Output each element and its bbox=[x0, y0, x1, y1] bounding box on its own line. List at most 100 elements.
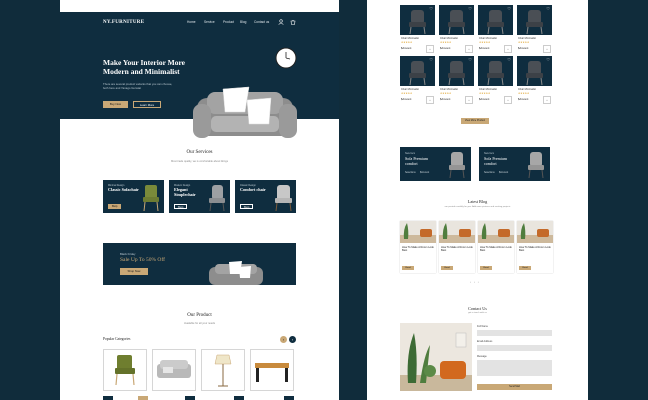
category-tab[interactable] bbox=[185, 396, 195, 400]
read-more-button[interactable]: Read bbox=[480, 266, 492, 270]
category-card-lamp[interactable] bbox=[201, 349, 245, 391]
contact-subtitle: get in touch with us bbox=[468, 312, 487, 314]
product-name: Chair Minimalist bbox=[518, 88, 536, 91]
product-card[interactable]: ♡ Chair Minimalist ★★★★★ $Amount + bbox=[478, 56, 513, 104]
hero-title: Make Your Interior More Modern and Minim… bbox=[103, 58, 185, 76]
add-to-cart-icon[interactable]: + bbox=[543, 45, 551, 53]
nav-blog[interactable]: Blog bbox=[240, 20, 246, 24]
blog-card[interactable]: How To Make A Room Look Best Read bbox=[400, 221, 436, 273]
service-shop-button[interactable]: Shop bbox=[174, 204, 187, 209]
service-title: Classic Sofachair bbox=[108, 187, 139, 192]
message-textarea[interactable] bbox=[477, 360, 552, 376]
blog-post-title: How To Make A Room Look Best bbox=[441, 246, 473, 253]
service-shop-button[interactable]: Shop bbox=[240, 204, 253, 209]
add-to-cart-icon[interactable]: + bbox=[504, 96, 512, 104]
send-mail-button[interactable]: Send Mail bbox=[477, 384, 552, 390]
heart-icon[interactable]: ♡ bbox=[507, 57, 511, 62]
promo-link[interactable]: Selections bbox=[484, 172, 495, 174]
chair-image bbox=[143, 185, 159, 212]
product-card[interactable]: ♡ Chair Minimalist ★★★★★ $Amount + bbox=[517, 5, 552, 53]
heart-icon[interactable]: ♡ bbox=[507, 6, 511, 11]
view-more-button[interactable]: View More Product bbox=[461, 118, 489, 124]
user-icon[interactable] bbox=[278, 19, 284, 25]
product-card[interactable]: ♡ Chair Minimalist ★★★★★ $Amount + bbox=[400, 5, 435, 53]
nav-home[interactable]: Home bbox=[187, 20, 196, 24]
learn-more-button[interactable]: Learn More bbox=[133, 101, 161, 108]
service-card-2[interactable]: Modern Design Elegant Simplechair Shop bbox=[169, 180, 230, 213]
product-name: Chair Minimalist bbox=[401, 88, 419, 91]
category-tab[interactable] bbox=[284, 396, 294, 400]
category-tab[interactable] bbox=[103, 396, 113, 400]
buy-now-button[interactable]: Buy Now bbox=[103, 101, 128, 108]
read-more-button[interactable]: Read bbox=[519, 266, 531, 270]
product-price: $Amount bbox=[401, 47, 412, 50]
blog-card[interactable]: How To Make A Room Look Best Read bbox=[478, 221, 514, 273]
blog-image bbox=[439, 221, 475, 243]
product-card[interactable]: ♡ Chair Minimalist ★★★★★ $Amount + bbox=[478, 5, 513, 53]
add-to-cart-icon[interactable]: + bbox=[465, 45, 473, 53]
landing-page-right: ♡ Chair Minimalist ★★★★★ $Amount + ♡ Chair Min… bbox=[367, 0, 588, 400]
carousel-next-button[interactable]: › bbox=[289, 336, 296, 343]
table-image bbox=[255, 363, 289, 382]
product-card[interactable]: ♡ Chair Minimalist ★★★★★ $Amount + bbox=[439, 5, 474, 53]
blog-title: Latest Blog bbox=[467, 199, 488, 204]
heart-icon[interactable]: ♡ bbox=[429, 6, 433, 11]
shop-now-button[interactable]: Shop Now bbox=[120, 268, 148, 275]
blog-pagination-dots[interactable]: • • • bbox=[470, 280, 480, 284]
add-to-cart-icon[interactable]: + bbox=[426, 96, 434, 104]
service-title: Elegant Simplechair bbox=[174, 187, 196, 197]
read-more-button[interactable]: Read bbox=[441, 266, 453, 270]
product-name: Chair Minimalist bbox=[401, 37, 419, 40]
chair-image bbox=[528, 152, 544, 179]
heart-icon[interactable]: ♡ bbox=[546, 6, 550, 11]
product-card[interactable]: ♡ Chair Minimalist ★★★★★ $Amount + bbox=[400, 56, 435, 104]
read-more-button[interactable]: Read bbox=[402, 266, 414, 270]
cart-icon[interactable] bbox=[290, 19, 296, 25]
product-rating: ★★★★★ bbox=[479, 41, 491, 44]
sofa-image bbox=[209, 261, 263, 285]
category-card-chair[interactable] bbox=[103, 349, 147, 391]
category-card-table[interactable] bbox=[250, 349, 294, 391]
nav-service[interactable]: Service bbox=[204, 20, 215, 24]
add-to-cart-icon[interactable]: + bbox=[504, 45, 512, 53]
add-to-cart-icon[interactable]: + bbox=[543, 96, 551, 104]
add-to-cart-icon[interactable]: + bbox=[426, 45, 434, 53]
service-card-3[interactable]: Classic Design Comfort chair Shop bbox=[235, 180, 296, 213]
category-tab[interactable] bbox=[234, 396, 244, 400]
email-input[interactable] bbox=[477, 345, 552, 351]
product-price: $Amount bbox=[440, 98, 451, 101]
promo-label: New Item bbox=[405, 152, 416, 155]
services-subtitle: Most trade quality, we is comfortable ab… bbox=[170, 160, 229, 163]
nav-product[interactable]: Product bbox=[223, 20, 234, 24]
logo[interactable]: NY.FURNITURE bbox=[103, 20, 144, 25]
product-card[interactable]: ♡ Chair Minimalist ★★★★★ $Amount + bbox=[439, 56, 474, 104]
promo-label: New Item bbox=[484, 152, 495, 155]
category-card-sofa[interactable] bbox=[152, 349, 196, 391]
add-to-cart-icon[interactable]: + bbox=[465, 96, 473, 104]
service-card-1[interactable]: Minimal Design Classic Sofachair Shop bbox=[103, 180, 164, 213]
heart-icon[interactable]: ♡ bbox=[429, 57, 433, 62]
promo-price: $Amount bbox=[499, 172, 509, 174]
service-shop-button[interactable]: Shop bbox=[108, 204, 121, 209]
product-rating: ★★★★★ bbox=[401, 92, 413, 95]
blog-card[interactable]: How To Make A Room Look Best Read bbox=[439, 221, 475, 273]
promo-link[interactable]: Selections bbox=[405, 172, 416, 174]
promo-card-1[interactable]: New Item Sofa Premium comfort Selections… bbox=[400, 147, 471, 181]
product-rating: ★★★★★ bbox=[479, 92, 491, 95]
product-price: $Amount bbox=[479, 47, 490, 50]
product-card[interactable]: ♡ Chair Minimalist ★★★★★ $Amount + bbox=[517, 56, 552, 104]
carousel-prev-button[interactable]: ‹ bbox=[280, 336, 287, 343]
blog-subtitle: are posted carefully for you. Add more p… bbox=[444, 206, 511, 208]
blog-image bbox=[478, 221, 514, 243]
category-tab[interactable] bbox=[138, 396, 148, 400]
nav-contact[interactable]: Contact us bbox=[254, 20, 269, 24]
heart-icon[interactable]: ♡ bbox=[468, 57, 472, 62]
living-room-image bbox=[400, 323, 472, 391]
blog-card[interactable]: How To Make A Room Look Best Read bbox=[517, 221, 553, 273]
full-name-input[interactable] bbox=[477, 330, 552, 336]
heart-icon[interactable]: ♡ bbox=[546, 57, 550, 62]
promo-card-2[interactable]: New Item Sofa Premium comfort Selections… bbox=[479, 147, 550, 181]
service-title: Comfort chair bbox=[240, 187, 266, 192]
heart-icon[interactable]: ♡ bbox=[468, 6, 472, 11]
product-image: ♡ bbox=[478, 56, 513, 86]
